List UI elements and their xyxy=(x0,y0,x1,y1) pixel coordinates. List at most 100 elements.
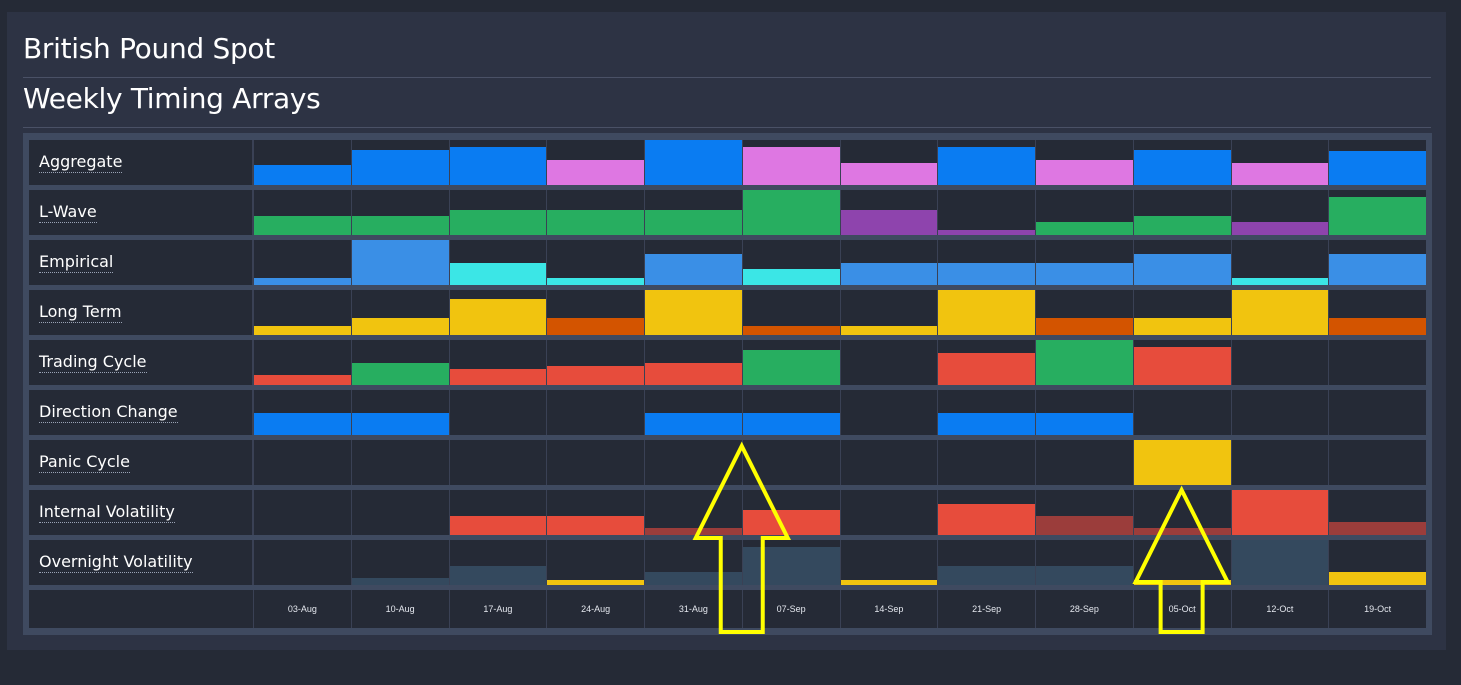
cell-overnight-volatility-19-oct xyxy=(1328,540,1426,585)
bar-aggregate-07-sep xyxy=(742,146,840,185)
bar-aggregate-24-aug xyxy=(547,160,644,185)
bar-overnight-volatility-12-oct xyxy=(1231,540,1329,585)
bar-l-wave-10-aug xyxy=(351,216,449,235)
cell-aggregate-14-sep xyxy=(839,140,938,185)
row-label-trading-cycle[interactable]: Trading Cycle xyxy=(39,352,147,373)
cell-long-term-31-aug xyxy=(644,290,742,335)
cell-long-term-28-sep xyxy=(1035,290,1133,335)
bar-aggregate-31-aug xyxy=(645,140,742,185)
week-tick-label: 10-Aug xyxy=(350,590,449,628)
row-label-cell: Long Term xyxy=(29,290,253,335)
cell-overnight-volatility-14-sep xyxy=(839,540,938,585)
bar-direction-change-31-aug xyxy=(645,412,742,435)
bar-overnight-volatility-21-sep xyxy=(938,566,1035,585)
bar-trading-cycle-10-aug xyxy=(351,362,449,385)
cell-empirical-19-oct xyxy=(1328,240,1426,285)
row-trading-cycle: Trading Cycle xyxy=(29,340,1426,385)
bar-l-wave-03-aug xyxy=(254,216,351,235)
week-tick-label: 03-Aug xyxy=(253,590,351,628)
row-l-wave: L-Wave xyxy=(29,190,1426,235)
cell-overnight-volatility-24-aug xyxy=(546,540,644,585)
week-tick-label: 28-Sep xyxy=(1035,590,1133,628)
row-label-cell: Direction Change xyxy=(29,390,253,435)
bar-direction-change-10-aug xyxy=(351,412,449,435)
cell-l-wave-17-aug xyxy=(448,190,547,235)
row-internal-volatility: Internal Volatility xyxy=(29,490,1426,535)
section-title: Weekly Timing Arrays xyxy=(23,82,321,115)
cell-trading-cycle-28-sep xyxy=(1035,340,1133,385)
cell-l-wave-12-oct xyxy=(1230,190,1329,235)
bar-l-wave-24-aug xyxy=(547,210,644,235)
cell-trading-cycle-03-aug xyxy=(253,340,351,385)
bar-long-term-14-sep xyxy=(840,326,938,335)
bar-empirical-05-oct xyxy=(1133,254,1231,285)
cell-overnight-volatility-28-sep xyxy=(1035,540,1133,585)
cell-trading-cycle-21-sep xyxy=(937,340,1035,385)
cell-l-wave-31-aug xyxy=(644,190,742,235)
bar-l-wave-31-aug xyxy=(645,210,742,235)
cell-internal-volatility-14-sep xyxy=(839,490,938,535)
bar-long-term-10-aug xyxy=(351,317,449,335)
cell-aggregate-07-sep xyxy=(741,140,840,185)
cell-overnight-volatility-07-sep xyxy=(741,540,840,585)
cell-long-term-19-oct xyxy=(1328,290,1426,335)
cell-empirical-14-sep xyxy=(839,240,938,285)
bar-overnight-volatility-07-sep xyxy=(742,546,840,585)
bar-trading-cycle-31-aug xyxy=(645,362,742,385)
bar-internal-volatility-05-oct xyxy=(1133,528,1231,535)
cell-l-wave-19-oct xyxy=(1328,190,1426,235)
cell-empirical-17-aug xyxy=(448,240,547,285)
cell-panic-cycle-14-sep xyxy=(839,440,938,485)
row-label-overnight-volatility[interactable]: Overnight Volatility xyxy=(39,552,193,573)
bar-overnight-volatility-05-oct xyxy=(1133,579,1231,585)
cell-internal-volatility-28-sep xyxy=(1035,490,1133,535)
row-panic-cycle: Panic Cycle xyxy=(29,440,1426,485)
bar-empirical-21-sep xyxy=(938,262,1035,285)
bar-aggregate-03-aug xyxy=(254,164,351,185)
row-label-direction-change[interactable]: Direction Change xyxy=(39,402,178,423)
cell-l-wave-14-sep xyxy=(839,190,938,235)
week-tick-label: 05-Oct xyxy=(1132,590,1231,628)
bar-aggregate-14-sep xyxy=(840,162,938,185)
row-label-l-wave[interactable]: L-Wave xyxy=(39,202,97,223)
cell-direction-change-05-oct xyxy=(1132,390,1231,435)
cell-l-wave-07-sep xyxy=(741,190,840,235)
cell-long-term-14-sep xyxy=(839,290,938,335)
bar-empirical-19-oct xyxy=(1329,254,1426,285)
row-label-panic-cycle[interactable]: Panic Cycle xyxy=(39,452,130,473)
section-divider xyxy=(23,127,1431,128)
bar-overnight-volatility-14-sep xyxy=(840,579,938,585)
row-label-internal-volatility[interactable]: Internal Volatility xyxy=(39,502,175,523)
bar-trading-cycle-28-sep xyxy=(1036,340,1133,385)
cell-long-term-05-oct xyxy=(1132,290,1231,335)
cell-trading-cycle-19-oct xyxy=(1328,340,1426,385)
bar-l-wave-21-sep xyxy=(938,229,1035,235)
bar-overnight-volatility-19-oct xyxy=(1329,572,1426,585)
cell-direction-change-24-aug xyxy=(546,390,644,435)
cell-direction-change-10-aug xyxy=(350,390,449,435)
cell-empirical-12-oct xyxy=(1230,240,1329,285)
bar-trading-cycle-05-oct xyxy=(1133,346,1231,385)
week-tick-label: 21-Sep xyxy=(937,590,1035,628)
row-label-cell: L-Wave xyxy=(29,190,253,235)
bar-overnight-volatility-24-aug xyxy=(547,579,644,585)
cell-empirical-21-sep xyxy=(937,240,1035,285)
cell-empirical-05-oct xyxy=(1132,240,1231,285)
cell-overnight-volatility-12-oct xyxy=(1230,540,1329,585)
cell-direction-change-03-aug xyxy=(253,390,351,435)
cell-overnight-volatility-10-aug xyxy=(350,540,449,585)
week-tick-label: 17-Aug xyxy=(448,590,547,628)
bar-internal-volatility-17-aug xyxy=(449,516,547,535)
row-label-long-term[interactable]: Long Term xyxy=(39,302,122,323)
bar-trading-cycle-07-sep xyxy=(742,349,840,385)
row-label-aggregate[interactable]: Aggregate xyxy=(39,152,123,173)
row-label-empirical[interactable]: Empirical xyxy=(39,252,114,273)
cell-panic-cycle-12-oct xyxy=(1230,440,1329,485)
bar-l-wave-14-sep xyxy=(840,210,938,235)
cell-direction-change-19-oct xyxy=(1328,390,1426,435)
week-tick-label: 19-Oct xyxy=(1328,590,1426,628)
bar-aggregate-28-sep xyxy=(1036,160,1133,185)
cell-long-term-12-oct xyxy=(1230,290,1329,335)
row-label-cell: Panic Cycle xyxy=(29,440,253,485)
cell-internal-volatility-07-sep xyxy=(741,490,840,535)
